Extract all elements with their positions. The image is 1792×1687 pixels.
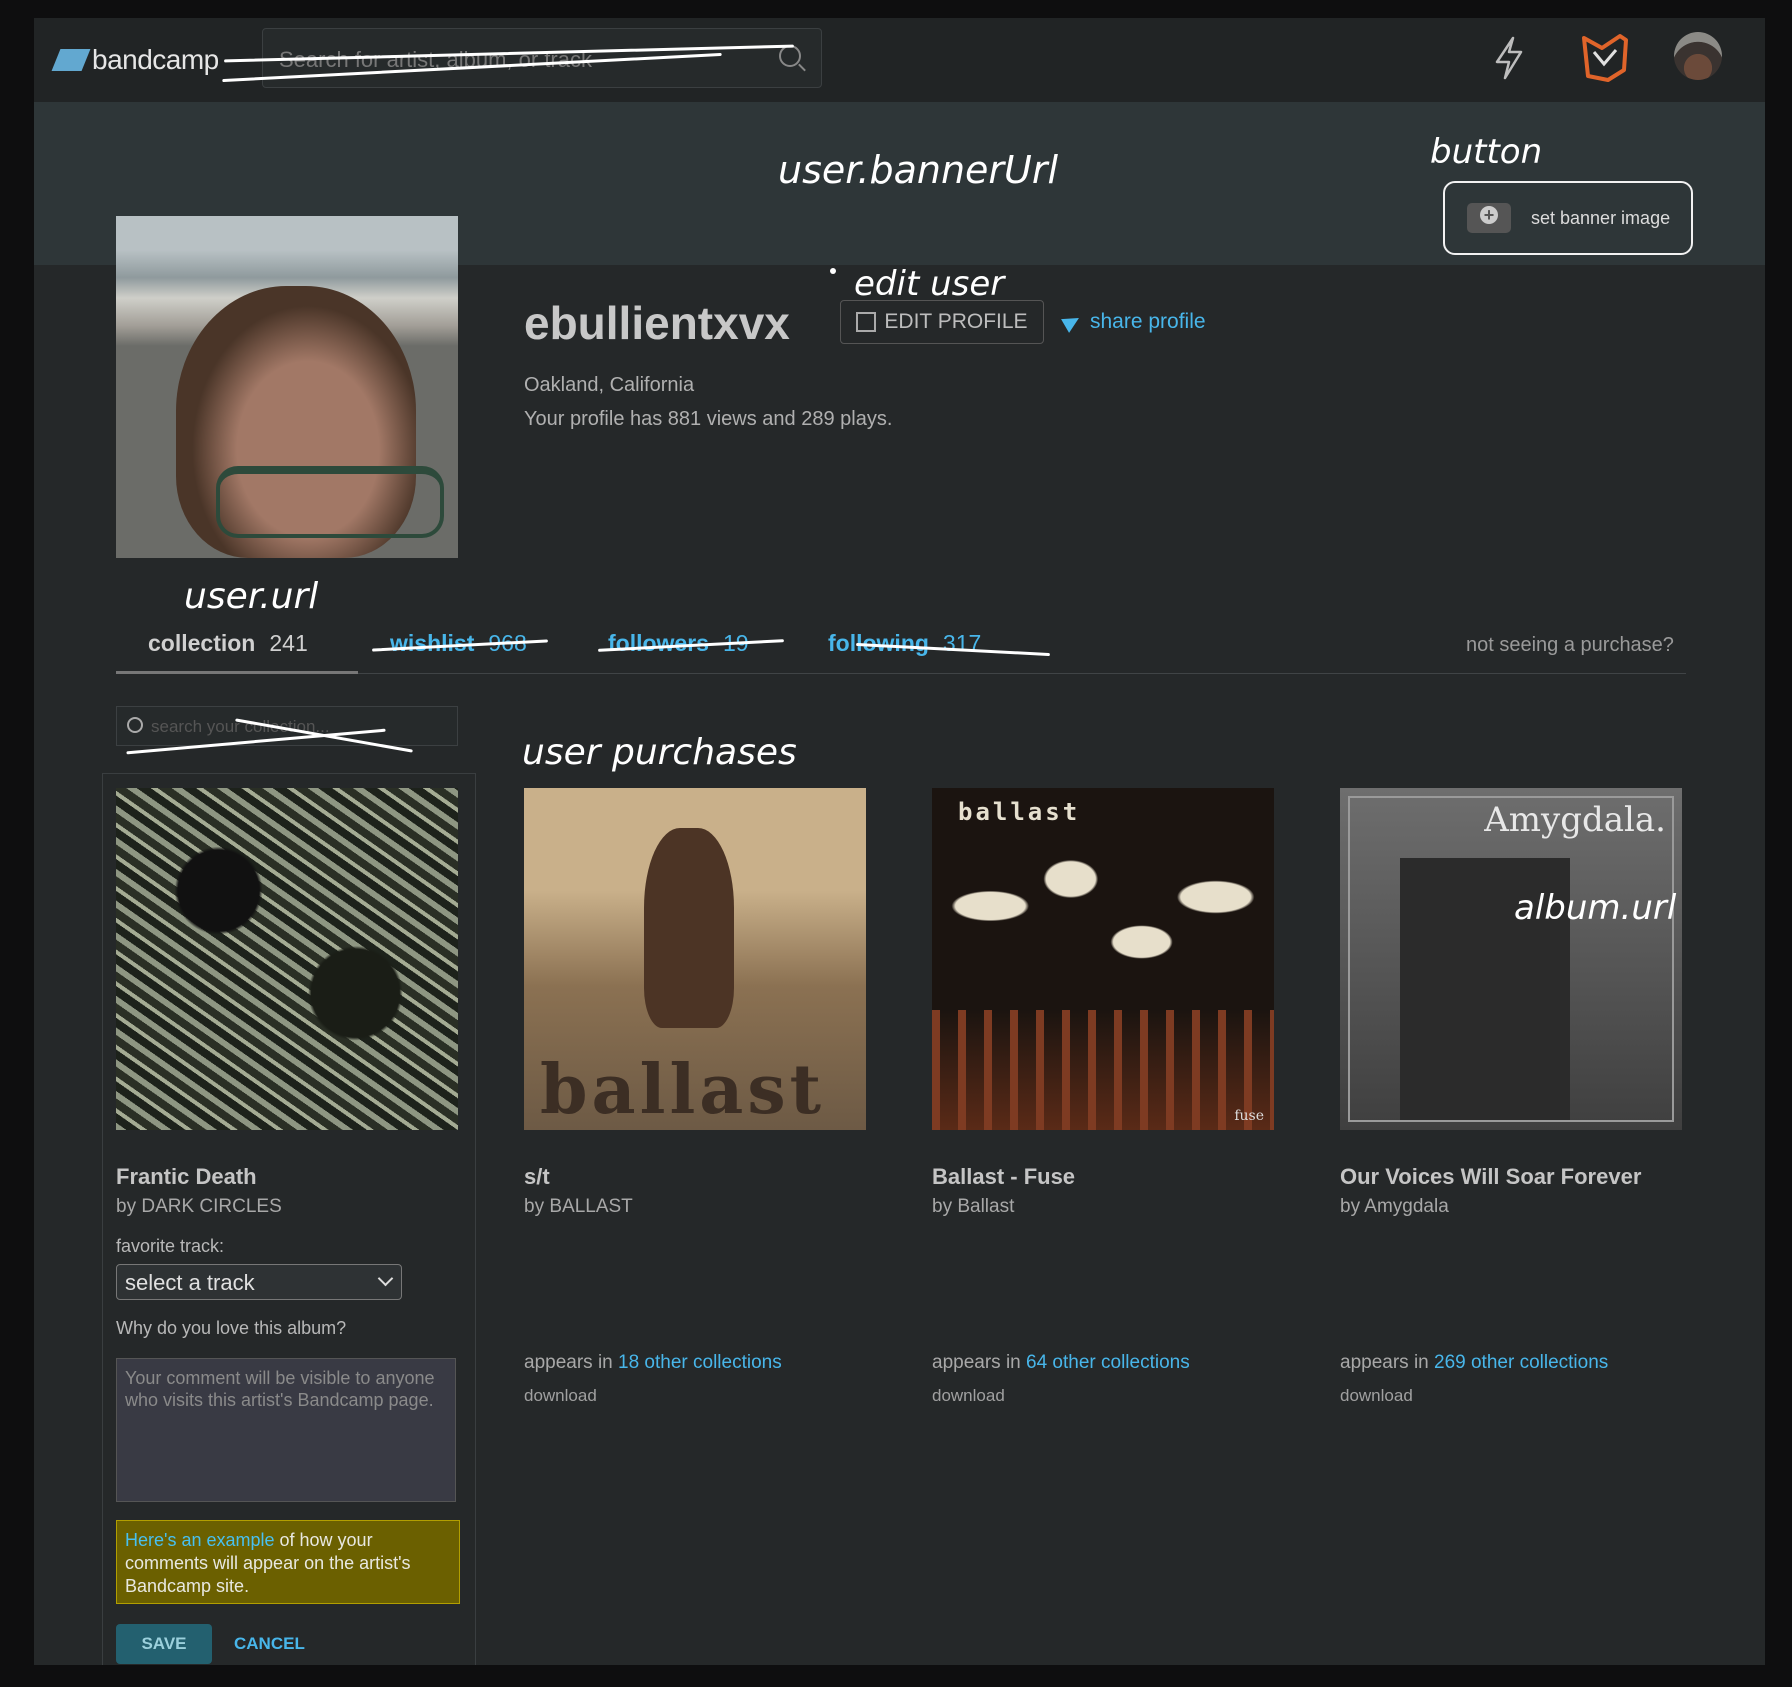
cover-figure xyxy=(644,828,734,1028)
album-title[interactable]: Frantic Death xyxy=(116,1164,257,1190)
user-url-annotation: user.url xyxy=(184,576,319,617)
banner-annotation: user.bannerUrl xyxy=(778,148,1059,192)
album-title[interactable]: s/t xyxy=(524,1164,550,1190)
user-avatar[interactable] xyxy=(1674,32,1722,80)
search-icon xyxy=(127,717,143,733)
username: ebullientxvx xyxy=(524,297,790,349)
tab-collection[interactable]: collection 241 xyxy=(148,630,308,657)
tab-collection-count: 241 xyxy=(269,630,308,656)
edit-profile-label: EDIT PROFILE xyxy=(884,310,1028,333)
collection-heart-icon[interactable] xyxy=(1574,30,1636,86)
cover-band-text: ballast xyxy=(540,1050,826,1130)
tab-following[interactable]: following 317 xyxy=(828,630,981,657)
cover-faces xyxy=(942,834,1264,1014)
album-cover-amygdala[interactable]: Amygdala. xyxy=(1340,788,1682,1130)
select-value: select a track xyxy=(125,1270,255,1295)
album-artist[interactable]: by DARK CIRCLES xyxy=(116,1196,282,1218)
set-banner-image-button[interactable]: set banner image xyxy=(1443,181,1693,255)
edit-icon xyxy=(856,312,877,332)
cover-towers xyxy=(932,1010,1274,1130)
tab-collection-label: collection xyxy=(148,630,256,656)
comment-textarea[interactable]: Your comment will be visible to anyone w… xyxy=(116,1358,456,1502)
appears-in-text: appears in 64 other collections xyxy=(932,1352,1190,1374)
profile-stats: Your profile has 881 views and 289 plays… xyxy=(524,408,893,430)
other-collections-link[interactable]: 269 other collections xyxy=(1434,1352,1608,1373)
bandcamp-logo-icon xyxy=(51,49,91,71)
download-link[interactable]: download xyxy=(524,1386,597,1406)
album-cover-fuse[interactable]: ballast fuse xyxy=(932,788,1274,1130)
edit-user-annotation: edit user xyxy=(854,264,1005,304)
user-purchases-annotation: user purchases xyxy=(522,732,797,773)
logo-text: bandcamp xyxy=(92,44,219,75)
appears-in-text: appears in 269 other collections xyxy=(1340,1352,1608,1374)
bandcamp-logo[interactable]: bandcamp xyxy=(51,40,219,80)
appears-in-text: appears in 18 other collections xyxy=(524,1352,782,1374)
annotation-dot xyxy=(830,268,836,274)
download-link[interactable]: download xyxy=(932,1386,1005,1406)
cover-band-text: Amygdala. xyxy=(1484,800,1666,840)
top-bar: bandcamp Search for artist, album, or tr… xyxy=(34,18,1765,102)
other-collections-link[interactable]: 64 other collections xyxy=(1026,1352,1190,1373)
edit-profile-button[interactable]: EDIT PROFILE xyxy=(840,300,1044,344)
download-link[interactable]: download xyxy=(1340,1386,1413,1406)
album-cover-frantic-death[interactable] xyxy=(116,788,458,1130)
chevron-down-icon xyxy=(377,1270,394,1287)
album-url-annotation: album.url xyxy=(1514,888,1677,928)
profile-photo-glasses xyxy=(216,466,444,538)
tab-following-label: following xyxy=(828,630,929,656)
favorite-track-label: favorite track: xyxy=(116,1236,225,1256)
appears-prefix: appears in xyxy=(1340,1352,1429,1373)
save-button[interactable]: SAVE xyxy=(116,1624,212,1664)
favorite-track-select[interactable]: select a track xyxy=(116,1264,402,1300)
search-icon[interactable] xyxy=(779,45,801,67)
set-banner-label: set banner image xyxy=(1531,207,1671,228)
camera-add-icon xyxy=(1467,203,1511,233)
album-artist[interactable]: by Amygdala xyxy=(1340,1196,1449,1218)
profile-photo[interactable] xyxy=(116,216,458,558)
cancel-button[interactable]: CANCEL xyxy=(234,1634,305,1654)
album-cover-st[interactable]: ballast xyxy=(524,788,866,1130)
not-seeing-purchase-link[interactable]: not seeing a purchase? xyxy=(1466,634,1674,657)
cover-band-text: ballast xyxy=(958,798,1081,826)
button-annotation: button xyxy=(1430,132,1543,172)
album-title[interactable]: Ballast - Fuse xyxy=(932,1164,1075,1190)
album-title[interactable]: Our Voices Will Soar Forever xyxy=(1340,1164,1641,1190)
cover-subtext: fuse xyxy=(1234,1108,1264,1124)
share-profile-label: share profile xyxy=(1090,310,1206,333)
lightning-bolt-icon[interactable] xyxy=(1489,34,1529,82)
active-tab-indicator xyxy=(116,671,358,674)
other-collections-link[interactable]: 18 other collections xyxy=(618,1352,782,1373)
why-love-label: Why do you love this album? xyxy=(116,1318,347,1338)
profile-location: Oakland, California xyxy=(524,374,695,396)
comment-tip: Here's an example of how your comments w… xyxy=(116,1520,460,1604)
share-icon xyxy=(1061,311,1083,333)
album-artist[interactable]: by BALLAST xyxy=(524,1196,633,1218)
app-frame: bandcamp Search for artist, album, or tr… xyxy=(34,18,1765,1665)
album-artist[interactable]: by Ballast xyxy=(932,1196,1014,1218)
appears-prefix: appears in xyxy=(524,1352,613,1373)
share-profile-link[interactable]: share profile xyxy=(1061,310,1206,334)
appears-prefix: appears in xyxy=(932,1352,1021,1373)
example-link[interactable]: Here's an example xyxy=(125,1530,275,1550)
